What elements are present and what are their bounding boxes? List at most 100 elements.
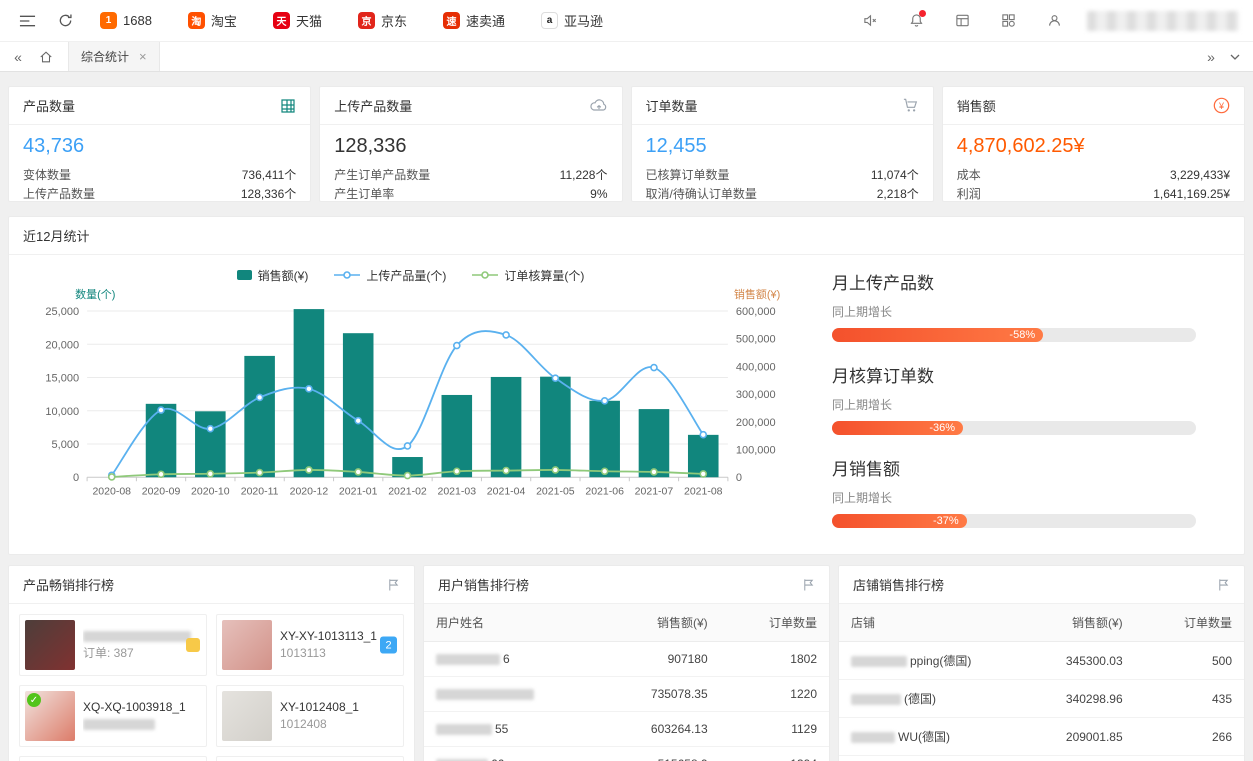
orders-cell: 266 [1135,718,1244,756]
svg-text:0: 0 [73,472,79,484]
svg-text:400,000: 400,000 [736,361,776,373]
product-text: XY-1012408_11012408 [280,699,398,733]
stat-row: 成本3,229,433¥ [957,166,1230,185]
table-row: n(日本)199265.69840 [839,756,1244,761]
kpi-subtitle: 同上期增长 [832,489,1196,506]
name-cell: 66 [424,747,610,761]
sales-cell: 907180 [610,642,719,677]
svg-text:0: 0 [736,472,742,484]
notification-bell-icon[interactable] [903,8,929,34]
table-head: 用户姓名销售额(¥)订单数量 [424,604,829,642]
menu-icon[interactable] [14,8,40,34]
svg-text:2020-09: 2020-09 [142,485,181,497]
kpi-progress-fill: -36% [832,421,963,435]
product-item[interactable]: 订单: 387 [19,614,207,676]
tab-close-icon[interactable]: × [139,49,147,64]
user-icon[interactable] [1041,8,1067,34]
kpi-subtitle: 同上期增长 [832,303,1196,320]
stat-card-title: 销售额 [957,96,996,115]
top-toolbar: 11688 淘淘宝 天天猫 京京东 速速卖通 a亚马逊 [0,0,1253,42]
product-item[interactable] [216,756,404,761]
column-header: 订单数量 [1135,604,1244,642]
stat-card-title: 产品数量 [23,96,75,115]
table-body: 69071801802735078.35122055603264.1311296… [424,642,829,761]
table-row: 55603264.131129 [424,712,829,747]
chart-card-title: 近12月统计 [23,226,89,245]
stat-row-value: 2,218个 [877,185,919,202]
sales-cell: 515658.9 [610,747,719,761]
store-rank-header: 店铺销售排行榜 [839,566,1244,604]
product-sub [83,716,201,733]
svg-text:2020-11: 2020-11 [241,485,279,497]
store-rank-title: 店铺销售排行榜 [853,575,944,594]
rank-cards-row: 产品畅销排行榜 订单: 387XY-XY-1013113_110131132✓X… [8,565,1245,761]
svg-text:200,000: 200,000 [736,417,776,429]
stat-card-body: 12,455已核算订单数量11,074个取消/待确认订单数量2,218个 [632,125,933,202]
column-header: 销售额(¥) [610,604,719,642]
product-rank-header: 产品畅销排行榜 [9,566,414,604]
product-item[interactable] [19,756,207,761]
redacted-name [436,724,492,735]
platform-tab-亚马逊[interactable]: a亚马逊 [541,11,603,30]
stat-card: 上传产品数量128,336产生订单产品数量11,228个产生订单率9% [319,86,622,202]
legend-item[interactable]: 订单核算量(个) [472,267,584,284]
svg-text:2021-01: 2021-01 [339,485,378,497]
legend-item[interactable]: 上传产品量(个) [334,267,446,284]
platform-tab-1688[interactable]: 11688 [100,12,152,29]
bar-2021-06 [589,401,620,477]
flag-icon [802,578,815,591]
product-rank-title: 产品畅销排行榜 [23,575,114,594]
kpi-title: 月销售额 [832,455,1196,480]
redacted-name [436,689,534,700]
product-image-blurred [25,620,75,670]
svg-text:销售额(¥): 销售额(¥) [734,287,780,301]
svg-text:10,000: 10,000 [45,406,79,418]
platform-tab-淘宝[interactable]: 淘淘宝 [188,11,237,30]
product-item[interactable]: XY-1012408_11012408 [216,685,404,747]
svg-text:¥: ¥ [1218,101,1224,111]
orders-cell: 840 [1135,756,1244,761]
product-item[interactable]: XY-XY-1013113_110131132 [216,614,404,676]
legend-bar-swatch [237,270,252,280]
svg-text:25,000: 25,000 [45,306,79,318]
redacted-name [436,654,500,665]
kpi-block: 月上传产品数同上期增长-58% [832,269,1196,342]
home-icon[interactable] [34,42,58,72]
kpi-progress-fill: -37% [832,514,967,528]
platform-tab-速卖通[interactable]: 速速卖通 [443,11,505,30]
name-suffix: pping(德国) [910,654,971,668]
platform-tab-京东[interactable]: 京京东 [358,11,407,30]
refresh-icon[interactable] [52,8,78,34]
expand-right-icon[interactable]: » [1199,42,1223,72]
svg-text:500,000: 500,000 [736,334,776,346]
apps-grid-icon[interactable] [995,8,1021,34]
collapse-left-icon[interactable]: « [6,42,30,72]
table-row: WU(德国)209001.85266 [839,718,1244,756]
name-cell: 6 [424,642,610,677]
stat-row: 已核算订单数量11,074个 [646,166,919,185]
product-text: XQ-XQ-1003918_1 [83,699,201,733]
stat-row-value: 9% [590,185,607,202]
sales-cell: 345300.03 [1025,642,1134,680]
platform-label: 1688 [123,13,152,28]
orders-cell: 1394 [720,747,829,761]
tab-summary-statistics[interactable]: 综合统计 × [68,42,160,71]
kpi-block: 月核算订单数同上期增长-36% [832,362,1196,435]
platform-tab-天猫[interactable]: 天天猫 [273,11,322,30]
bar-2021-04 [491,377,522,477]
svg-text:2021-05: 2021-05 [536,485,575,497]
chart-svg: 05,00010,00015,00020,00025,0000100,00020… [15,287,806,512]
bar-2021-01 [343,333,374,477]
bar-2021-03 [442,395,473,477]
tabs-dropdown-icon[interactable] [1223,42,1247,72]
product-item[interactable]: ✓XQ-XQ-1003918_1 [19,685,207,747]
volume-muted-icon[interactable] [857,8,883,34]
panel-layout-icon[interactable] [949,8,975,34]
platform-tabs: 11688 淘淘宝 天天猫 京京东 速速卖通 a亚马逊 [100,11,603,30]
sales-cell: 209001.85 [1025,718,1134,756]
stat-card-body: 43,736变体数量736,411个上传产品数量128,336个 [9,125,310,202]
legend-item[interactable]: 销售额(¥) [237,267,309,284]
svg-text:2021-08: 2021-08 [684,485,723,497]
table-head: 店铺销售额(¥)订单数量 [839,604,1244,642]
product-image-blurred [222,620,272,670]
